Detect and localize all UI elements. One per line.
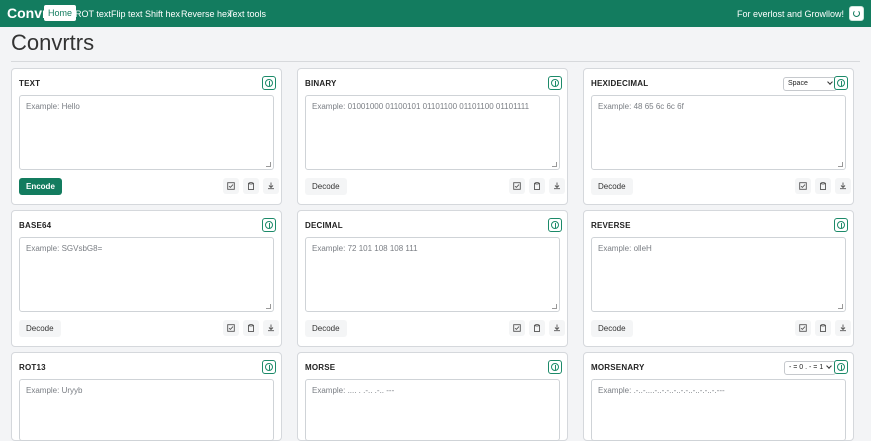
page-title: Convrtrs: [11, 30, 95, 55]
clipboard-icon[interactable]: [243, 178, 259, 194]
rot13-input[interactable]: Example: Uryyb: [19, 379, 274, 441]
decode-button[interactable]: Decode: [591, 320, 633, 337]
decode-button[interactable]: Decode: [19, 320, 61, 337]
morse-placeholder: Example: .... . .-.. .-.. ---: [312, 386, 395, 395]
binary-placeholder: Example: 01001000 01100101 01101100 0110…: [312, 102, 530, 111]
nav-reverse-hex[interactable]: Reverse hex: [181, 6, 232, 22]
info-icon[interactable]: [548, 76, 562, 90]
nav-home[interactable]: Home: [44, 5, 77, 21]
rot13-card: ROT13 Example: Uryyb: [11, 352, 282, 441]
separator-select[interactable]: Space: [783, 77, 837, 91]
download-icon[interactable]: [549, 178, 565, 194]
info-icon[interactable]: [834, 76, 848, 90]
info-icon[interactable]: [834, 218, 848, 232]
card-title: BASE64: [19, 221, 52, 230]
text-placeholder: Example: Hello: [26, 102, 80, 111]
resize-handle[interactable]: [552, 162, 557, 167]
download-icon[interactable]: [263, 178, 279, 194]
info-icon[interactable]: [548, 218, 562, 232]
reverse-placeholder: Example: olleH: [598, 244, 652, 253]
nav-flip-text[interactable]: Flip text: [111, 6, 143, 22]
binary-card: BINARY Example: 01001000 01100101 011011…: [297, 68, 568, 205]
morsenary-mapping-select[interactable]: - = 0 . - = 1: [784, 361, 836, 375]
morsenary-placeholder: Example: .-..-....-..-.-..-..-.-..-..-.-…: [598, 386, 725, 395]
resize-handle[interactable]: [838, 304, 843, 309]
card-title: HEXIDECIMAL: [591, 79, 649, 88]
top-navbar: Convrtr Home ROT text Flip text Shift he…: [0, 0, 871, 27]
binary-input[interactable]: Example: 01001000 01100101 01101100 0110…: [305, 95, 560, 170]
decimal-card: DECIMAL Example: 72 101 108 108 111 Deco…: [297, 210, 568, 347]
clipboard-icon[interactable]: [243, 320, 259, 336]
download-icon[interactable]: [835, 320, 851, 336]
check-icon[interactable]: [795, 320, 811, 336]
nav-rot-text[interactable]: ROT text: [75, 6, 111, 22]
text-card: TEXT Example: Hello Encode: [11, 68, 282, 205]
card-title: BINARY: [305, 79, 337, 88]
theme-toggle-button[interactable]: [849, 6, 864, 21]
info-icon[interactable]: [548, 360, 562, 374]
check-icon[interactable]: [795, 178, 811, 194]
download-icon[interactable]: [263, 320, 279, 336]
chevron-down-icon: [827, 79, 833, 85]
divider: [11, 61, 860, 62]
info-icon[interactable]: [262, 218, 276, 232]
hexidecimal-placeholder: Example: 48 65 6c 6c 6f: [598, 102, 684, 111]
card-title: REVERSE: [591, 221, 631, 230]
decode-button[interactable]: Decode: [305, 178, 347, 195]
check-icon[interactable]: [223, 320, 239, 336]
hexidecimal-card: HEXIDECIMAL Space Example: 48 65 6c 6c 6…: [583, 68, 854, 205]
encode-button[interactable]: Encode: [19, 178, 62, 195]
morsenary-card: MORSENARY - = 0 . - = 1 Example: .-..-..…: [583, 352, 854, 441]
download-icon[interactable]: [835, 178, 851, 194]
card-title: MORSE: [305, 363, 336, 372]
clipboard-icon[interactable]: [815, 178, 831, 194]
check-icon[interactable]: [509, 178, 525, 194]
morse-card: MORSE Example: .... . .-.. .-.. ---: [297, 352, 568, 441]
card-title: MORSENARY: [591, 363, 645, 372]
reverse-input[interactable]: Example: olleH: [591, 237, 846, 312]
info-icon[interactable]: [834, 360, 848, 374]
rot13-placeholder: Example: Uryyb: [26, 386, 83, 395]
text-input[interactable]: Example: Hello: [19, 95, 274, 170]
check-icon[interactable]: [509, 320, 525, 336]
theme-toggle-icon: [853, 10, 860, 17]
clipboard-icon[interactable]: [529, 178, 545, 194]
hexidecimal-input[interactable]: Example: 48 65 6c 6c 6f: [591, 95, 846, 170]
card-title: ROT13: [19, 363, 46, 372]
info-icon[interactable]: [262, 360, 276, 374]
nav-text-tools[interactable]: Text tools: [228, 6, 266, 22]
resize-handle[interactable]: [266, 304, 271, 309]
resize-handle[interactable]: [838, 162, 843, 167]
base64-placeholder: Example: SGVsbG8=: [26, 244, 103, 253]
check-icon[interactable]: [223, 178, 239, 194]
base64-input[interactable]: Example: SGVsbG8=: [19, 237, 274, 312]
resize-handle[interactable]: [552, 304, 557, 309]
clipboard-icon[interactable]: [815, 320, 831, 336]
morsenary-select-value: - = 0 . - = 1: [789, 364, 824, 371]
decimal-input[interactable]: Example: 72 101 108 108 111: [305, 237, 560, 312]
card-title: TEXT: [19, 79, 41, 88]
decimal-placeholder: Example: 72 101 108 108 111: [312, 244, 418, 253]
card-title: DECIMAL: [305, 221, 343, 230]
decode-button[interactable]: Decode: [591, 178, 633, 195]
resize-handle[interactable]: [266, 162, 271, 167]
info-icon[interactable]: [262, 76, 276, 90]
clipboard-icon[interactable]: [529, 320, 545, 336]
tagline: For everlost and Growllow!: [736, 9, 844, 19]
morse-input[interactable]: Example: .... . .-.. .-.. ---: [305, 379, 560, 441]
morsenary-input[interactable]: Example: .-..-....-..-.-..-..-.-..-..-.-…: [591, 379, 846, 441]
chevron-down-icon: [826, 363, 832, 369]
separator-select-value: Space: [788, 80, 808, 87]
nav-shift-hex[interactable]: Shift hex: [145, 6, 180, 22]
base64-card: BASE64 Example: SGVsbG8= Decode: [11, 210, 282, 347]
decode-button[interactable]: Decode: [305, 320, 347, 337]
download-icon[interactable]: [549, 320, 565, 336]
reverse-card: REVERSE Example: olleH Decode: [583, 210, 854, 347]
